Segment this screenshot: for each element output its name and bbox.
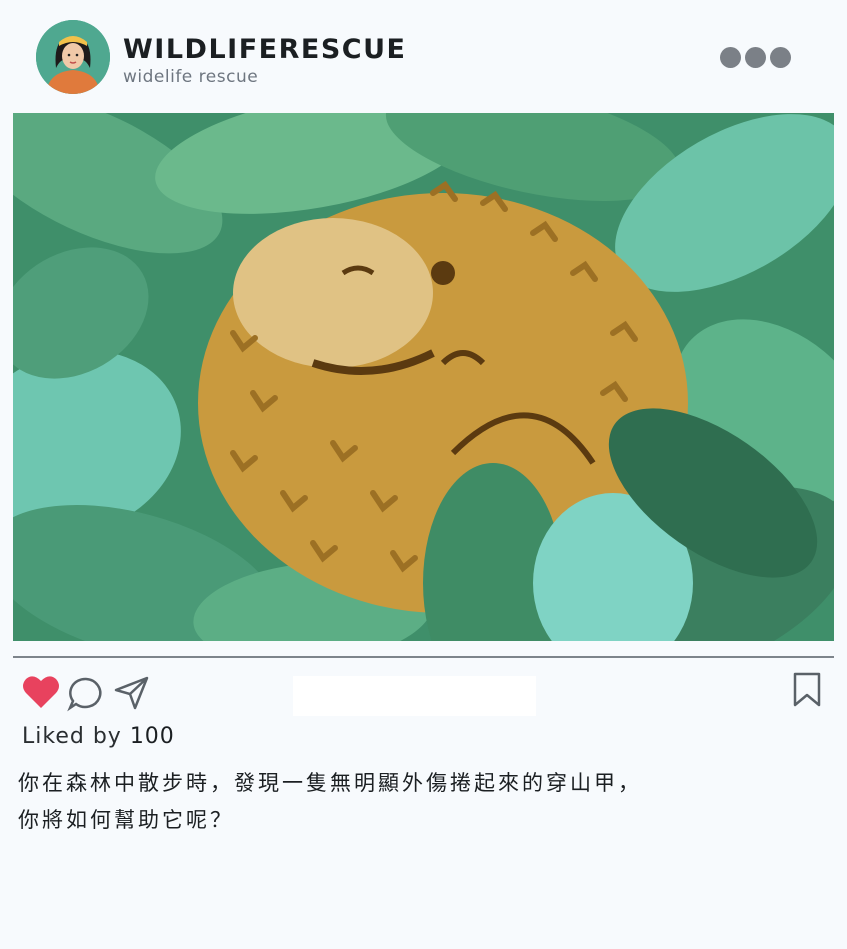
username[interactable]: WILDLIFERESCUE — [123, 34, 406, 65]
bookmark-icon[interactable] — [792, 672, 822, 712]
avatar-illustration — [36, 20, 110, 94]
dot — [770, 46, 791, 68]
divider — [13, 656, 834, 658]
blank-region — [293, 676, 536, 716]
dot — [745, 46, 766, 68]
likes-count[interactable]: Liked by 100 — [22, 724, 175, 749]
more-options-icon[interactable] — [720, 44, 798, 70]
avatar[interactable] — [36, 20, 110, 94]
pangolin-illustration — [13, 113, 834, 641]
caption-line: 你將如何幫助它呢？ — [18, 808, 234, 832]
post-image[interactable] — [13, 113, 834, 641]
comment-icon[interactable] — [67, 676, 105, 716]
post-caption: 你在森林中散步時，發現一隻無明顯外傷捲起來的穿山甲， 你將如何幫助它呢？ — [18, 765, 818, 839]
dot — [720, 46, 741, 68]
send-icon[interactable] — [113, 675, 151, 715]
post-card: WILDLIFERESCUE widelife rescue Liked by … — [0, 0, 847, 949]
post-header: WILDLIFERESCUE widelife rescue — [0, 0, 847, 112]
heart-icon[interactable] — [22, 674, 60, 714]
caption-line: 你在森林中散步時，發現一隻無明顯外傷捲起來的穿山甲， — [18, 771, 642, 795]
liked-by-label: Liked by — [22, 724, 122, 749]
display-name: widelife rescue — [123, 67, 259, 87]
like-number: 100 — [129, 724, 175, 749]
